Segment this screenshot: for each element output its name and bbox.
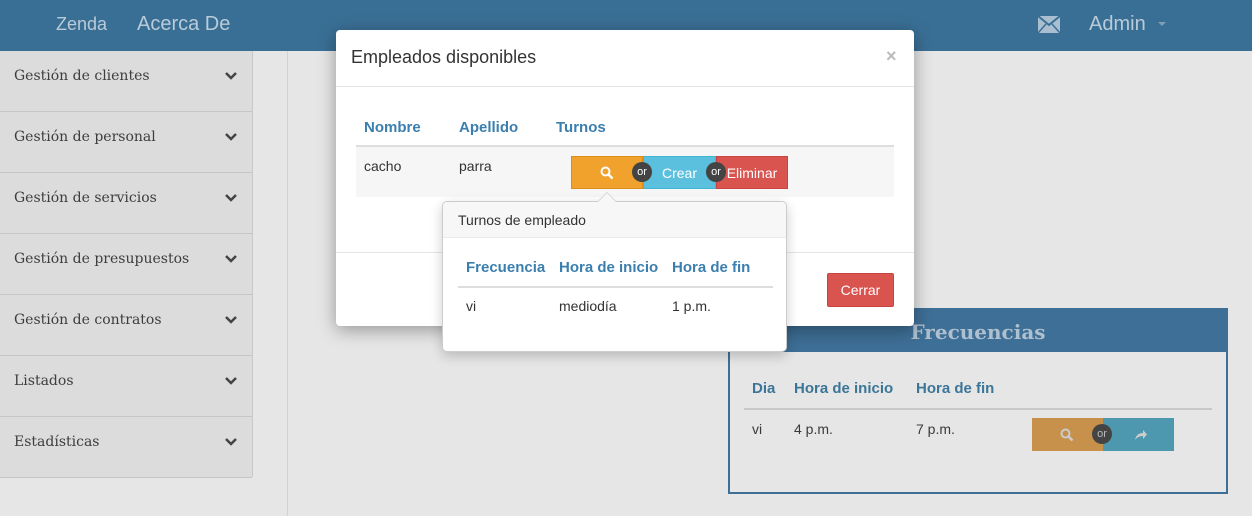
column-header-apellido: Apellido [459,119,519,136]
cell-nombre: cacho [364,158,402,174]
cell-frecuencia: vi [466,298,477,314]
cell-apellido: parra [459,158,492,174]
popover-arrow-inner [598,193,616,202]
cerrar-button[interactable]: Cerrar [827,273,894,307]
or-separator: or [706,162,726,182]
eliminar-button[interactable]: Eliminar [716,156,788,189]
search-icon [600,166,614,180]
or-separator: or [632,162,652,182]
column-header-hora-inicio: Hora de inicio [559,259,659,276]
cell-hora-inicio: mediodía [559,298,617,314]
close-icon[interactable]: × [886,46,897,67]
column-header-nombre: Nombre [364,119,421,136]
popover-title: Turnos de empleado [443,202,786,238]
column-header-turnos: Turnos [556,119,606,136]
cell-hora-fin: 1 p.m. [672,298,711,314]
column-header-frecuencia: Frecuencia [466,259,546,276]
turnos-popover: Turnos de empleado Frecuencia Hora de in… [442,192,787,352]
column-header-hora-fin: Hora de fin [672,259,751,276]
modal-title: Empleados disponibles [351,47,537,67]
modal-header-divider [336,86,914,87]
table-divider [458,286,773,288]
